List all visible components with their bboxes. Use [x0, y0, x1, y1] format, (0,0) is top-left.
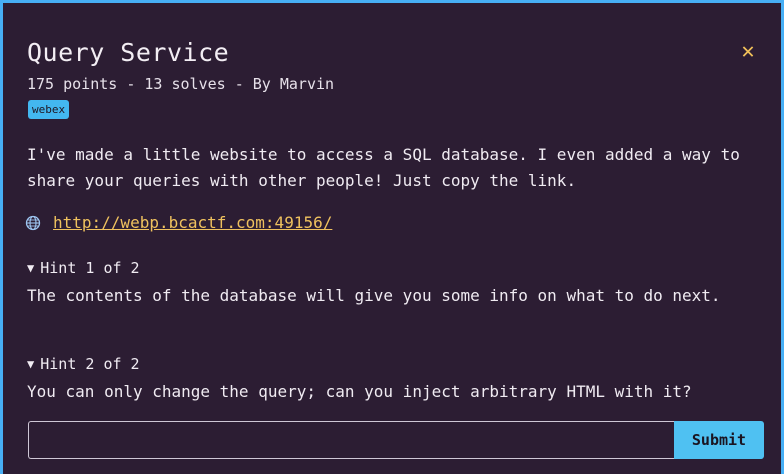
hint-1-text: The contents of the database will give y… — [27, 286, 721, 305]
hint-1-label: Hint 1 of 2 — [40, 259, 140, 277]
challenge-meta: 175 points - 13 solves - By Marvin — [27, 75, 335, 93]
hint-1-toggle[interactable]: ▼ Hint 1 of 2 — [27, 259, 140, 277]
submit-button[interactable]: Submit — [674, 421, 764, 459]
challenge-modal: Query Service ✕ 175 points - 13 solves -… — [0, 0, 784, 474]
triangle-down-icon: ▼ — [27, 357, 35, 371]
hint-2-text: You can only change the query; can you i… — [27, 382, 692, 401]
flag-input[interactable] — [28, 421, 674, 459]
category-tag: webex — [28, 100, 70, 119]
hint-2-toggle[interactable]: ▼ Hint 2 of 2 — [27, 355, 140, 373]
triangle-down-icon: ▼ — [27, 261, 35, 275]
hint-2-label: Hint 2 of 2 — [40, 355, 140, 373]
challenge-link-row: http://webp.bcactf.com:49156/ — [25, 213, 332, 232]
challenge-title: Query Service — [27, 38, 230, 67]
close-icon[interactable]: ✕ — [737, 41, 759, 63]
globe-icon — [25, 215, 41, 230]
challenge-description: I've made a little website to access a S… — [27, 145, 740, 190]
challenge-link[interactable]: http://webp.bcactf.com:49156/ — [53, 213, 332, 232]
